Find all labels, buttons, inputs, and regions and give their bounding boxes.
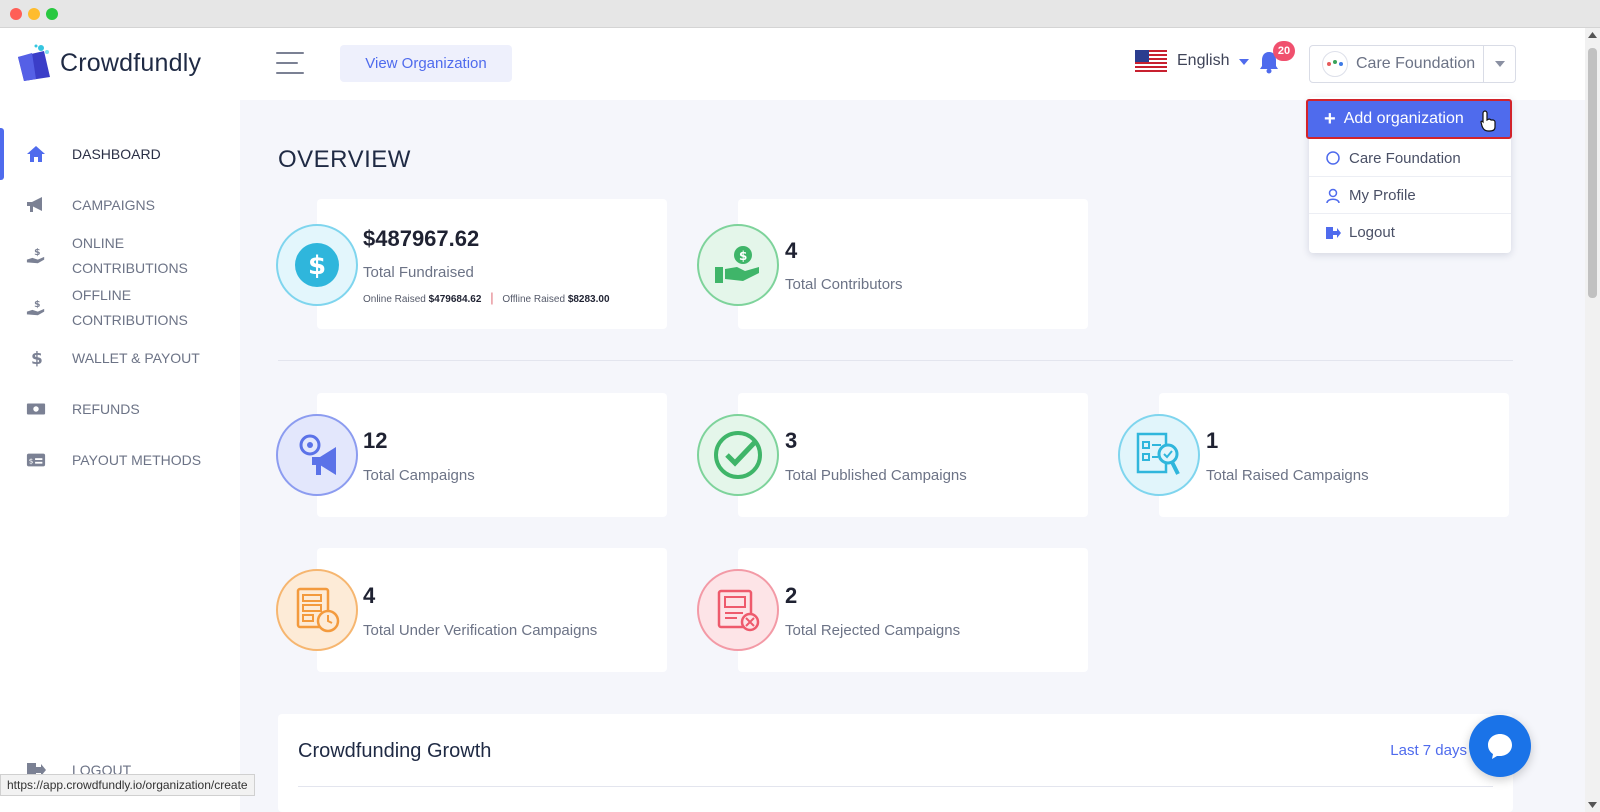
campaign-stat-label: Total Campaigns <box>363 467 475 484</box>
scrollbar-thumb[interactable] <box>1588 48 1597 298</box>
sidebar-item-label: DASHBOARD <box>72 145 161 162</box>
app-logo[interactable]: Crowdfundly <box>14 43 201 83</box>
dropdown-caret-icon[interactable] <box>1483 46 1515 82</box>
menu-item-label: Care Foundation <box>1349 149 1461 167</box>
campaign-stat-value: 12 <box>363 428 388 453</box>
card-icon: $ <box>26 450 46 470</box>
us-flag-icon <box>1135 50 1167 72</box>
hand-dollar-icon: $ <box>26 298 46 318</box>
page-scrollbar[interactable] <box>1585 28 1600 812</box>
crowdfunding-growth-card: Crowdfunding Growth Last 7 days <box>278 714 1513 812</box>
total-contributors-value: 4 <box>785 238 798 263</box>
campaign-stat-value: 1 <box>1206 428 1219 453</box>
chat-widget-button[interactable] <box>1469 715 1531 777</box>
svg-text:$: $ <box>31 349 43 368</box>
total-fundraised-label: Total Fundraised <box>363 264 474 281</box>
svg-text:$: $ <box>739 249 747 263</box>
svg-text:$: $ <box>34 300 40 310</box>
svg-text:$: $ <box>308 251 326 281</box>
hand-cursor-icon <box>1480 110 1496 137</box>
home-icon <box>26 144 46 164</box>
view-organization-button[interactable]: View Organization <box>340 45 512 82</box>
growth-range-selector[interactable]: Last 7 days <box>1390 742 1467 759</box>
offline-raised-value: $8283.00 <box>567 294 610 305</box>
sidebar-item-label: ONLINE CONTRIBUTIONS <box>72 235 188 276</box>
caret-down-icon <box>1239 52 1250 70</box>
growth-title: Crowdfunding Growth <box>298 740 492 762</box>
campaign-stat-label: Total Under Verification Campaigns <box>363 622 598 639</box>
circle-icon <box>1325 150 1341 166</box>
status-bar-url: https://app.crowdfundly.io/organization/… <box>0 774 255 796</box>
campaign-stat-value: 2 <box>785 583 798 608</box>
organization-name: Care Foundation <box>1356 55 1476 72</box>
window-titlebar <box>0 0 1600 28</box>
sidebar-item-label: REFUNDS <box>72 400 140 417</box>
menu-item-label: My Profile <box>1349 187 1416 204</box>
megaphone-icon <box>26 195 46 215</box>
stat-card-raised-campaigns <box>1159 393 1509 517</box>
user-icon <box>1325 188 1341 204</box>
growth-divider <box>298 786 1493 787</box>
hand-money-icon: $ <box>697 224 779 306</box>
raised-breakdown: Online Raised $479684.62 | Offline Raise… <box>363 290 610 305</box>
menu-item-my-profile[interactable]: My Profile <box>1309 176 1511 214</box>
top-header: View Organization English 20 Care Founda… <box>240 28 1585 100</box>
checkmark-circle-icon <box>697 414 779 496</box>
logout-icon <box>1325 225 1341 241</box>
menu-toggle-icon[interactable] <box>276 52 304 74</box>
stat-card-published-campaigns <box>738 393 1088 517</box>
hand-dollar-icon: $ <box>26 246 46 266</box>
chat-bubble-icon <box>1488 734 1512 759</box>
svg-text:$: $ <box>34 248 40 258</box>
cash-icon <box>26 399 46 419</box>
document-reject-icon <box>697 569 779 651</box>
megaphone-target-icon <box>276 414 358 496</box>
campaign-stat-value: 4 <box>363 583 376 608</box>
campaign-stat-label: Total Rejected Campaigns <box>785 622 961 639</box>
campaign-stat-label: Total Raised Campaigns <box>1206 467 1369 484</box>
sidebar-item-label: CAMPAIGNS <box>72 196 155 213</box>
sidebar-item-label: PAYOUT METHODS <box>72 451 202 468</box>
plus-icon: + <box>1324 108 1336 130</box>
stat-card-total-contributors <box>738 199 1088 329</box>
separator: | <box>490 290 494 305</box>
app-name: Crowdfundly <box>60 48 202 77</box>
offline-raised-label: Offline Raised <box>502 294 566 305</box>
menu-item-logout[interactable]: Logout <box>1309 213 1511 251</box>
total-fundraised-value: $487967.62 <box>363 226 480 251</box>
menu-item-care-foundation[interactable]: Care Foundation <box>1309 139 1511 177</box>
section-divider <box>278 360 1513 361</box>
language-label: English <box>1177 52 1230 69</box>
maximize-window-button[interactable] <box>46 8 58 20</box>
sidebar-item-label: OFFLINE CONTRIBUTIONS <box>72 287 188 328</box>
minimize-window-button[interactable] <box>28 8 40 20</box>
sidebar-item-label: WALLET & PAYOUT <box>72 349 200 366</box>
checklist-search-icon <box>1118 414 1200 496</box>
language-selector[interactable]: English <box>1135 50 1250 72</box>
stat-card-under-verification <box>317 548 667 672</box>
logo-icon <box>14 43 54 83</box>
online-raised-value: $479684.62 <box>428 294 482 305</box>
notification-count-badge: 20 <box>1273 41 1295 61</box>
total-contributors-label: Total Contributors <box>785 276 903 293</box>
campaign-stat-value: 3 <box>785 428 798 453</box>
dollar-icon: $ <box>26 348 46 368</box>
add-organization-label: Add organization <box>1343 110 1464 127</box>
online-raised-label: Online Raised <box>363 294 426 305</box>
dollar-circle-icon: $ <box>276 224 358 306</box>
close-window-button[interactable] <box>10 8 22 20</box>
document-clock-icon <box>276 569 358 651</box>
menu-item-label: Logout <box>1349 224 1395 241</box>
page-title: OVERVIEW <box>278 146 411 173</box>
stat-card-total-campaigns <box>317 393 667 517</box>
organization-avatar <box>1322 51 1348 77</box>
sidebar: Crowdfundly DASHBOARD CAMPAIGNS $ ONLINE… <box>0 28 240 812</box>
campaign-stat-label: Total Published Campaigns <box>785 467 967 484</box>
stat-card-rejected-campaigns <box>738 548 1088 672</box>
organization-selector[interactable]: Care Foundation <box>1309 45 1516 83</box>
svg-text:$: $ <box>29 457 34 466</box>
